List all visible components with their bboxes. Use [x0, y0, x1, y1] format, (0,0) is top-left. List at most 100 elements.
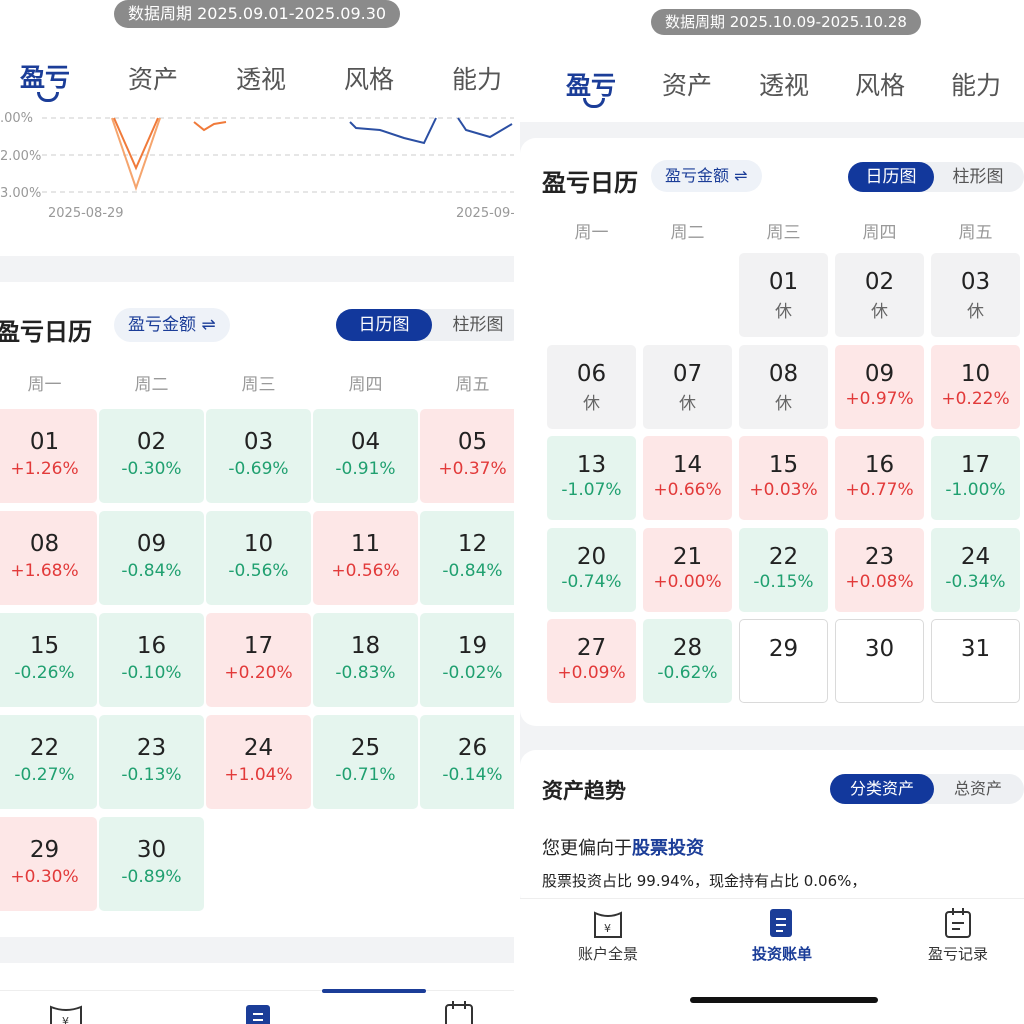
day-return-value: -0.56%: [228, 561, 289, 581]
calendar-day-cell[interactable]: 22 -0.15%: [739, 527, 828, 612]
wallet-icon[interactable]: ¥: [48, 1003, 84, 1024]
day-number: 24: [243, 735, 274, 761]
tab-assets[interactable]: 资产: [128, 60, 178, 96]
calendar-day-cell[interactable]: 08 休: [739, 344, 828, 429]
x-tick-label: 2025-08-29: [48, 206, 124, 221]
calendar-day-cell[interactable]: 02 -0.30%: [99, 409, 204, 503]
calendar-day-cell[interactable]: 16 +0.77%: [835, 436, 924, 520]
tab-assets[interactable]: 资产: [662, 66, 712, 102]
nav-investment-bill[interactable]: 投资账单: [734, 907, 830, 964]
tab-perspective[interactable]: 透视: [236, 60, 286, 96]
calendar-day-cell[interactable]: 25 -0.71%: [313, 715, 418, 809]
calendar-day-cell[interactable]: 30 -0.89%: [99, 817, 204, 911]
day-return-value: +0.30%: [10, 867, 79, 887]
category-assets-button[interactable]: 分类资产: [830, 774, 934, 804]
calendar-day-cell[interactable]: 01 +1.26%: [0, 409, 97, 503]
day-number: 03: [960, 269, 991, 295]
calendar-day-cell[interactable]: 11 +0.56%: [313, 511, 418, 605]
calendar-day-cell[interactable]: 06 休: [547, 344, 636, 429]
calendar-day-cell[interactable]: 02 休: [835, 253, 924, 337]
tab-style[interactable]: 风格: [855, 66, 905, 102]
weekday-label: 周五: [958, 223, 993, 243]
nav-account-overview[interactable]: ¥ 账户全景: [560, 907, 656, 964]
calendar-day-cell[interactable]: 03 休: [931, 253, 1020, 337]
amount-toggle-button[interactable]: 盈亏金额 ⇌: [651, 160, 762, 192]
calendar-day-cell[interactable]: 10 +0.22%: [931, 344, 1020, 429]
calendar-day-cell[interactable]: 13 -1.07%: [547, 436, 636, 520]
calendar-day-cell[interactable]: 18 -0.83%: [313, 613, 418, 707]
calendar-day-cell[interactable]: 16 -0.10%: [99, 613, 204, 707]
calendar-day-cell[interactable]: 09 +0.97%: [835, 344, 924, 429]
calendar-day-cell[interactable]: 15 -0.26%: [0, 613, 97, 707]
bar-view-button[interactable]: 柱形图: [432, 309, 514, 341]
calendar-day-cell[interactable]: 29: [739, 619, 828, 703]
calendar-day-cell[interactable]: 15 +0.03%: [739, 436, 828, 520]
tab-profit-loss[interactable]: 盈亏: [566, 66, 616, 102]
calendar-day-cell[interactable]: 24 -0.34%: [931, 527, 1020, 612]
calendar-day-cell[interactable]: 07 休: [643, 344, 732, 429]
tab-profit-loss[interactable]: 盈亏: [20, 58, 70, 94]
calendar-record-icon: [945, 908, 971, 938]
weekday-label: 周三: [241, 375, 276, 395]
calendar-day-cell[interactable]: 05 +0.37%: [420, 409, 514, 503]
calendar-day-cell[interactable]: 21 +0.00%: [643, 527, 732, 612]
day-return-value: -0.62%: [657, 663, 718, 683]
weekday-label: 周四: [862, 223, 897, 243]
day-number: 27: [576, 635, 607, 661]
calendar-day-cell[interactable]: 23 -0.13%: [99, 715, 204, 809]
active-tab-indicator: [583, 98, 605, 108]
right-screenshot: 盈亏 资产 透视 风格 能力 数据周期 2025.10.09-2025.10.2…: [520, 0, 1024, 1024]
calendar-day-cell[interactable]: 01 休: [739, 253, 828, 337]
active-tab-indicator: [37, 92, 59, 102]
day-number: 07: [672, 360, 703, 387]
tab-style[interactable]: 风格: [344, 60, 394, 96]
calendar-day-cell[interactable]: 31: [931, 619, 1020, 703]
day-number: 21: [672, 543, 703, 570]
tab-ability[interactable]: 能力: [951, 66, 1001, 102]
tab-ability[interactable]: 能力: [452, 60, 502, 96]
day-number: 04: [350, 429, 381, 455]
nav-profit-record[interactable]: 盈亏记录: [910, 907, 1006, 964]
preference-highlight[interactable]: 股票投资: [632, 838, 704, 859]
calendar-day-cell[interactable]: 23 +0.08%: [835, 527, 924, 612]
day-return-value: -0.10%: [121, 663, 182, 683]
data-period-badge: 数据周期 2025.09.01-2025.09.30: [114, 0, 401, 28]
calendar-day-cell[interactable]: 03 -0.69%: [206, 409, 311, 503]
amount-toggle-button[interactable]: 盈亏金额 ⇌: [114, 308, 230, 342]
calendar-day-cell[interactable]: 17 -1.00%: [931, 436, 1020, 520]
day-number: 26: [457, 735, 488, 761]
calendar-day-cell[interactable]: 29 +0.30%: [0, 817, 97, 911]
calendar-day-cell[interactable]: 17 +0.20%: [206, 613, 311, 707]
bill-icon[interactable]: [244, 1003, 272, 1024]
calendar-day-cell[interactable]: 08 +1.68%: [0, 511, 97, 605]
day-number: 19: [457, 633, 488, 659]
calendar-day-cell[interactable]: 19 -0.02%: [420, 613, 514, 707]
calendar-day-cell[interactable]: 14 +0.66%: [643, 436, 732, 520]
weekday-label: 周二: [134, 375, 169, 395]
calendar-day-cell[interactable]: 22 -0.27%: [0, 715, 97, 809]
calendar-day-cell[interactable]: 10 -0.56%: [206, 511, 311, 605]
calendar-day-cell[interactable]: 20 -0.74%: [547, 527, 636, 612]
calendar-day-cell[interactable]: 24 +1.04%: [206, 715, 311, 809]
day-return-value: -0.83%: [335, 663, 396, 683]
calendar-day-cell[interactable]: 12 -0.84%: [420, 511, 514, 605]
wallet-icon: ¥: [594, 911, 622, 938]
calendar-view-button[interactable]: 日历图: [336, 309, 432, 341]
day-number: 10: [960, 360, 991, 387]
day-number: 23: [864, 543, 895, 570]
calendar-day-cell[interactable]: 30: [835, 619, 924, 703]
day-number: 22: [768, 543, 799, 570]
calendar-day-cell[interactable]: 28 -0.62%: [643, 619, 732, 703]
tab-perspective[interactable]: 透视: [759, 66, 809, 102]
calendar-day-cell[interactable]: 26 -0.14%: [420, 715, 514, 809]
day-return-value: +0.08%: [845, 571, 914, 592]
calendar-record-icon[interactable]: [444, 1001, 474, 1024]
calendar-day-cell[interactable]: 27 +0.09%: [547, 619, 636, 703]
day-number: 23: [136, 735, 167, 761]
total-assets-button[interactable]: 总资产: [934, 774, 1022, 804]
calendar-day-cell[interactable]: 04 -0.91%: [313, 409, 418, 503]
calendar-view-button[interactable]: 日历图: [848, 162, 934, 192]
day-return-value: 休: [775, 393, 792, 414]
bar-view-button[interactable]: 柱形图: [934, 162, 1022, 192]
calendar-day-cell[interactable]: 09 -0.84%: [99, 511, 204, 605]
